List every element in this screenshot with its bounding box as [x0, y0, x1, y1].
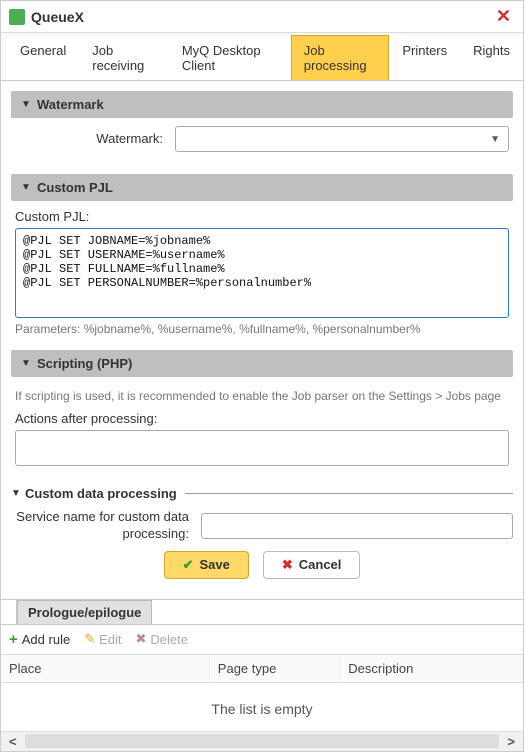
tab-printers[interactable]: Printers	[389, 35, 460, 80]
cancel-button-label: Cancel	[299, 557, 342, 572]
app-icon	[9, 9, 25, 25]
col-place[interactable]: Place	[1, 655, 210, 682]
service-name-label: Service name for custom data processing:	[11, 509, 201, 543]
cross-icon: ✖	[282, 557, 293, 573]
tab-myq-desktop-client[interactable]: MyQ Desktop Client	[169, 35, 291, 80]
delete-icon: ✖	[136, 631, 147, 647]
titlebar: QueueX ✕	[1, 1, 523, 33]
tab-spacer	[1, 600, 17, 624]
tab-rights[interactable]: Rights	[460, 35, 523, 80]
tab-job-receiving[interactable]: Job receiving	[79, 35, 169, 80]
service-name-input[interactable]	[201, 513, 513, 539]
divider	[185, 493, 513, 494]
window-title: QueueX	[31, 9, 492, 25]
caret-down-icon: ▼	[490, 134, 500, 145]
prologue-toolbar: + Add rule ✎ Edit ✖ Delete	[1, 625, 523, 654]
scroll-track[interactable]	[25, 734, 500, 748]
scroll-right-icon[interactable]: >	[499, 734, 523, 749]
pencil-icon: ✎	[84, 631, 95, 647]
custom-pjl-hint: Parameters: %jobname%, %username%, %full…	[15, 322, 509, 336]
action-bar: ✔ Save ✖ Cancel	[11, 551, 513, 579]
section-scripting-body: If scripting is used, it is recommended …	[11, 377, 513, 480]
section-watermark-title: Watermark	[37, 97, 104, 112]
chevron-down-icon: ▼	[21, 182, 31, 193]
grid-header: Place Page type Description	[1, 654, 523, 683]
delete-label: Delete	[150, 632, 188, 647]
cancel-button[interactable]: ✖ Cancel	[263, 551, 361, 579]
section-custom-data-title: Custom data processing	[25, 486, 177, 501]
section-scripting-header[interactable]: ▼ Scripting (PHP)	[11, 350, 513, 377]
actions-after-processing-input[interactable]	[15, 430, 509, 466]
custom-pjl-label: Custom PJL:	[15, 209, 509, 224]
tabstrip: General Job receiving MyQ Desktop Client…	[1, 33, 523, 81]
save-button[interactable]: ✔ Save	[164, 551, 249, 579]
section-scripting-title: Scripting (PHP)	[37, 356, 132, 371]
section-watermark-body: Watermark: ▼	[11, 118, 513, 174]
tab-prologue-epilogue[interactable]: Prologue/epilogue	[17, 600, 152, 624]
actions-after-processing-label: Actions after processing:	[15, 411, 509, 426]
scroll-left-icon[interactable]: <	[1, 734, 25, 749]
add-rule-label: Add rule	[22, 632, 70, 647]
dialog-window: QueueX ✕ General Job receiving MyQ Deskt…	[0, 0, 524, 752]
section-custom-pjl-title: Custom PJL	[37, 180, 113, 195]
section-custom-data-header[interactable]: ▼ Custom data processing	[11, 486, 513, 501]
col-description[interactable]: Description	[340, 655, 523, 682]
save-button-label: Save	[199, 557, 229, 572]
plus-icon: +	[9, 631, 18, 648]
edit-label: Edit	[99, 632, 121, 647]
tab-general[interactable]: General	[7, 35, 79, 80]
check-icon: ✔	[183, 557, 194, 573]
custom-pjl-textarea[interactable]: @PJL SET JOBNAME=%jobname% @PJL SET USER…	[15, 228, 509, 318]
chevron-down-icon: ▼	[11, 488, 21, 499]
col-page-type[interactable]: Page type	[210, 655, 341, 682]
chevron-down-icon: ▼	[21, 99, 31, 110]
chevron-down-icon: ▼	[21, 358, 31, 369]
tab-job-processing[interactable]: Job processing	[291, 35, 390, 80]
section-custom-pjl-body: Custom PJL: @PJL SET JOBNAME=%jobname% @…	[11, 201, 513, 350]
horizontal-scrollbar[interactable]: < >	[1, 731, 523, 751]
close-icon[interactable]: ✕	[492, 6, 515, 27]
delete-button[interactable]: ✖ Delete	[136, 631, 188, 647]
prologue-panel: Prologue/epilogue + Add rule ✎ Edit ✖ De…	[1, 599, 523, 751]
prologue-tabstrip: Prologue/epilogue	[1, 600, 523, 625]
add-rule-button[interactable]: + Add rule	[9, 631, 70, 648]
edit-button[interactable]: ✎ Edit	[84, 631, 121, 647]
watermark-select[interactable]: ▼	[175, 126, 509, 152]
watermark-label: Watermark:	[15, 131, 175, 148]
section-watermark-header[interactable]: ▼ Watermark	[11, 91, 513, 118]
section-custom-pjl-header[interactable]: ▼ Custom PJL	[11, 174, 513, 201]
grid-empty-text: The list is empty	[1, 683, 523, 731]
tab-content: ▼ Watermark Watermark: ▼ ▼ Custom PJL Cu…	[1, 81, 523, 599]
scripting-hint: If scripting is used, it is recommended …	[15, 389, 509, 403]
